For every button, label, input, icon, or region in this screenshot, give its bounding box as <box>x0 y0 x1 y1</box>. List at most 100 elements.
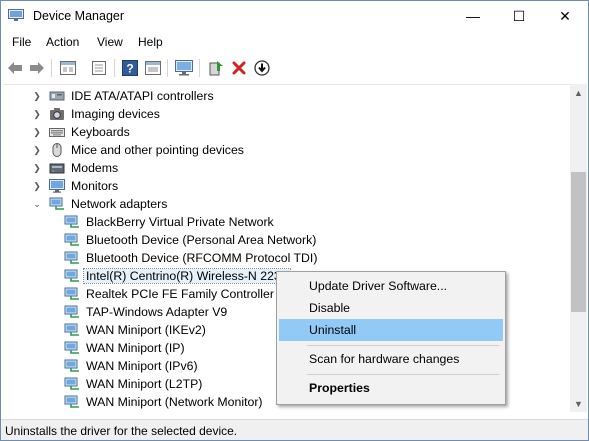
close-button[interactable]: ✕ <box>542 1 588 31</box>
uninstall-button[interactable] <box>229 58 249 78</box>
tree-item-ide[interactable]: ❯ IDE ATA/ATAPI controllers <box>31 87 214 105</box>
update-driver-icon <box>209 61 223 76</box>
monitor-icon <box>49 179 65 193</box>
network-adapter-item[interactable]: Intel(R) Centrino(R) Wireless-N 2230 <box>64 267 291 285</box>
tree-item-label: Modems <box>71 161 119 175</box>
scrollbar-thumb[interactable] <box>571 172 586 312</box>
network-adapter-icon <box>64 269 79 282</box>
toolbar: ? <box>1 55 588 81</box>
network-adapter-label: WAN Miniport (IPv6) <box>86 359 198 373</box>
close-icon: ✕ <box>559 7 571 24</box>
status-bar: Uninstalls the driver for the selected d… <box>1 419 588 440</box>
view-button[interactable] <box>143 58 163 78</box>
expand-chevron-icon[interactable]: ❯ <box>31 123 43 141</box>
network-adapter-item[interactable]: WAN Miniport (L2TP) <box>64 375 202 393</box>
context-scan-hardware[interactable]: Scan for hardware changes <box>279 348 503 370</box>
tree-item-modems[interactable]: ❯ Modems <box>31 159 118 177</box>
help-button[interactable]: ? <box>120 58 140 78</box>
network-adapter-icon <box>64 341 79 354</box>
tree-item-label: Imaging devices <box>71 107 160 121</box>
vertical-scrollbar[interactable]: ▲ ▼ <box>570 84 587 412</box>
camera-icon <box>50 108 64 120</box>
network-adapter-icon <box>64 323 79 336</box>
status-text: Uninstalls the driver for the selected d… <box>5 424 238 438</box>
network-adapter-item[interactable]: WAN Miniport (IP) <box>64 339 185 357</box>
network-adapter-item[interactable]: WAN Miniport (PPPOE) <box>64 411 215 413</box>
tree-item-label: IDE ATA/ATAPI controllers <box>71 89 214 103</box>
properties-icon <box>60 61 76 75</box>
menu-view[interactable]: View <box>97 35 123 49</box>
ide-controller-icon <box>49 91 65 101</box>
scan-hardware-button[interactable] <box>174 58 194 78</box>
network-adapter-icon <box>64 305 79 318</box>
expand-chevron-icon[interactable]: ❯ <box>31 105 43 123</box>
minimize-icon: — <box>466 8 480 24</box>
expand-chevron-icon[interactable]: ❯ <box>31 177 43 195</box>
keyboard-icon <box>49 128 65 137</box>
title-bar: Device Manager — ☐ ✕ <box>1 1 588 31</box>
network-adapter-item[interactable]: Bluetooth Device (Personal Area Network) <box>64 231 316 249</box>
scroll-down-icon[interactable]: ▼ <box>570 395 587 412</box>
device-manager-icon <box>8 9 24 21</box>
window-title: Device Manager <box>33 9 125 23</box>
maximize-button[interactable]: ☐ <box>496 1 542 31</box>
svg-text:?: ? <box>126 62 133 76</box>
download-icon <box>254 60 270 76</box>
context-properties[interactable]: Properties <box>279 377 503 399</box>
network-adapter-icon <box>64 287 79 300</box>
download-button[interactable] <box>252 58 272 78</box>
context-disable[interactable]: Disable <box>279 297 503 319</box>
network-adapter-label: TAP-Windows Adapter V9 <box>86 305 228 319</box>
forward-button[interactable] <box>27 58 47 78</box>
update-driver-button[interactable] <box>206 58 226 78</box>
uninstall-icon <box>232 61 246 75</box>
network-adapter-item[interactable]: BlackBerry Virtual Private Network <box>64 213 274 231</box>
context-menu: Update Driver Software... Disable Uninst… <box>276 271 506 405</box>
network-adapter-label: WAN Miniport (IP) <box>86 341 185 355</box>
window-button[interactable] <box>89 58 109 78</box>
network-adapter-icon <box>64 233 79 246</box>
menu-bar: File Action View Help <box>1 33 588 53</box>
network-adapter-label: WAN Miniport (IKEv2) <box>86 323 206 337</box>
network-adapter-label: WAN Miniport (Network Monitor) <box>86 395 263 409</box>
menu-action[interactable]: Action <box>46 35 79 49</box>
tree-item-network-adapters[interactable]: ⌄ Network adapters <box>31 195 167 213</box>
tree-item-keyboards[interactable]: ❯ Keyboards <box>31 123 130 141</box>
scroll-up-icon[interactable]: ▲ <box>570 84 587 101</box>
help-icon: ? <box>122 60 138 76</box>
network-adapter-label: Bluetooth Device (Personal Area Network) <box>86 233 317 247</box>
tree-item-label: Monitors <box>71 179 119 193</box>
expand-chevron-icon[interactable]: ❯ <box>31 159 43 177</box>
tree-item-imaging[interactable]: ❯ Imaging devices <box>31 105 160 123</box>
network-adapter-item[interactable]: WAN Miniport (IKEv2) <box>64 321 206 339</box>
mouse-icon <box>52 143 62 157</box>
monitor-icon <box>175 60 193 76</box>
modem-icon <box>49 163 65 174</box>
maximize-icon: ☐ <box>512 7 526 24</box>
network-adapter-item[interactable]: Realtek PCIe FE Family Controller <box>64 285 274 303</box>
network-adapter-item[interactable]: WAN Miniport (IPv6) <box>64 357 198 375</box>
network-adapter-icon <box>49 197 64 210</box>
expand-chevron-icon[interactable]: ❯ <box>31 87 43 105</box>
back-button[interactable] <box>5 58 25 78</box>
minimize-button[interactable]: — <box>450 1 496 31</box>
network-adapter-label: Intel(R) Centrino(R) Wireless-N 2230 <box>83 268 291 284</box>
menu-help[interactable]: Help <box>138 35 163 49</box>
tree-item-monitors[interactable]: ❯ Monitors <box>31 177 118 195</box>
context-uninstall[interactable]: Uninstall <box>279 319 503 341</box>
back-icon <box>8 62 22 74</box>
network-adapter-item[interactable]: TAP-Windows Adapter V9 <box>64 303 227 321</box>
properties-button[interactable] <box>58 58 78 78</box>
view-icon <box>145 61 161 75</box>
tree-item-label: Network adapters <box>71 197 168 211</box>
context-update-driver[interactable]: Update Driver Software... <box>279 275 503 297</box>
network-adapter-item[interactable]: Bluetooth Device (RFCOMM Protocol TDI) <box>64 249 317 267</box>
network-adapter-item[interactable]: WAN Miniport (Network Monitor) <box>64 393 263 411</box>
tree-item-label: Mice and other pointing devices <box>71 143 244 157</box>
network-adapter-icon <box>64 251 79 264</box>
menu-file[interactable]: File <box>12 35 31 49</box>
collapse-chevron-icon[interactable]: ⌄ <box>31 195 43 213</box>
tree-item-mice[interactable]: ❯ Mice and other pointing devices <box>31 141 244 159</box>
network-adapter-icon <box>64 215 79 228</box>
expand-chevron-icon[interactable]: ❯ <box>31 141 43 159</box>
